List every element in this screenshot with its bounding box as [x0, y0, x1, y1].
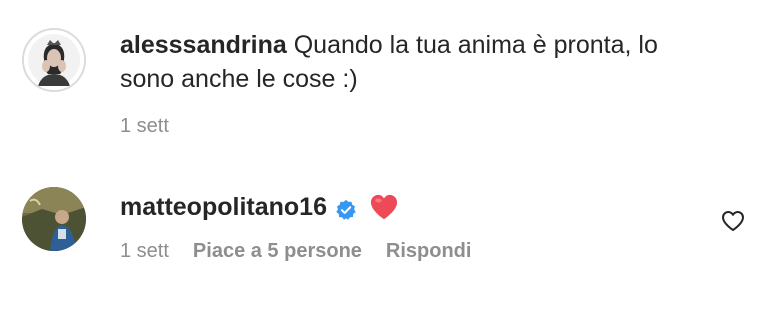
comment-username[interactable]: alesssandrina	[120, 31, 287, 59]
likes-count-link[interactable]: Piace a 5 persone	[193, 240, 362, 263]
avatar[interactable]	[22, 28, 86, 92]
profile-photo-icon	[22, 187, 86, 251]
heart-outline-icon	[722, 211, 744, 231]
reply-button[interactable]: Rispondi	[386, 240, 472, 263]
comment-text-block: alesssandrina Quando la tua anima è pron…	[120, 28, 697, 96]
comment-timestamp[interactable]: 1 sett	[120, 240, 169, 263]
verified-badge-icon	[335, 196, 357, 220]
like-button[interactable]	[721, 210, 745, 232]
comment-item: matteopolitano16 1 sett Piace a 5 person…	[0, 180, 767, 280]
comment-meta: 1 sett	[120, 115, 169, 138]
comment-meta: 1 sett Piace a 5 persone Rispondi	[120, 240, 471, 263]
comment-body: alesssandrina Quando la tua anima è pron…	[120, 28, 697, 96]
avatar[interactable]	[22, 187, 86, 251]
red-heart-emoji-icon	[369, 193, 399, 221]
comment-item: alesssandrina Quando la tua anima è pron…	[0, 20, 767, 150]
comment-text-block: matteopolitano16	[120, 190, 697, 224]
comment-timestamp[interactable]: 1 sett	[120, 115, 169, 138]
comment-body: matteopolitano16	[120, 190, 697, 224]
profile-photo-icon	[24, 30, 84, 90]
comment-username[interactable]: matteopolitano16	[120, 190, 327, 224]
